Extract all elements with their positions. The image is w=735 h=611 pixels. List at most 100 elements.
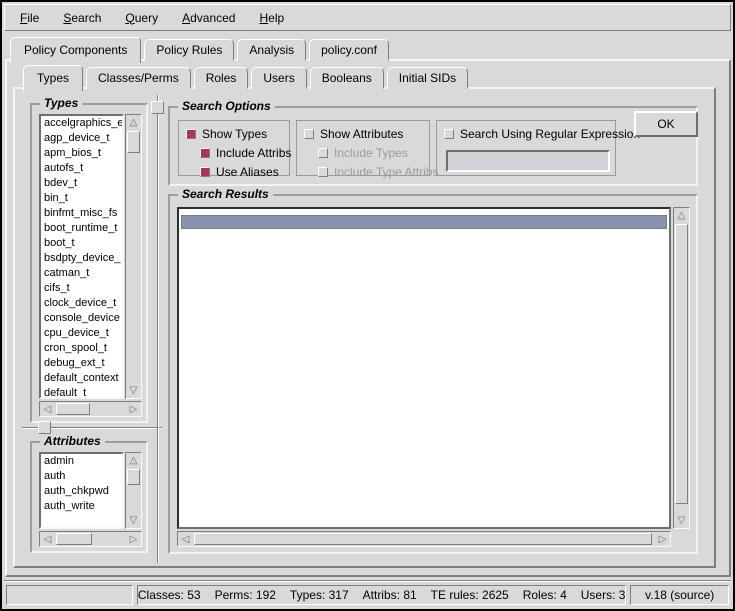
scrollbar-trough[interactable] xyxy=(126,130,141,383)
status-stat: Classes: 53 xyxy=(138,588,201,602)
scroll-up-icon[interactable]: △ xyxy=(674,208,689,223)
tab-policy-rules[interactable]: Policy Rules xyxy=(144,39,234,61)
list-item[interactable]: autofs_t xyxy=(41,161,122,176)
scrollbar-trough[interactable] xyxy=(55,402,126,416)
ok-button[interactable]: OK xyxy=(634,111,698,137)
status-stats: Classes: 53Perms: 192Types: 317Attribs: … xyxy=(137,585,627,605)
list-item[interactable]: cpu_device_t xyxy=(41,326,122,341)
tab-users[interactable]: Users xyxy=(251,67,306,89)
checkbox-icon xyxy=(318,148,328,158)
menu-item[interactable]: Help xyxy=(252,9,291,27)
status-bar: Classes: 53Perms: 192Types: 317Attribs: … xyxy=(4,580,731,607)
vertical-sash-handle[interactable] xyxy=(151,101,164,114)
list-item[interactable]: clock_device_t xyxy=(41,296,122,311)
include-attribs-checkbox[interactable]: Include Attribs xyxy=(200,146,282,160)
tab-policy-components[interactable]: Policy Components xyxy=(10,37,141,63)
scrollbar-thumb[interactable] xyxy=(56,533,92,545)
selection-bar xyxy=(181,215,667,229)
scroll-down-icon[interactable]: ▽ xyxy=(126,513,141,528)
horizontal-sash-handle[interactable] xyxy=(38,421,51,434)
scrollbar-trough[interactable] xyxy=(674,223,689,513)
scrollbar-thumb[interactable] xyxy=(675,224,688,504)
types-tab-panel: Types accelgraphics_eagp_device_tapm_bio… xyxy=(13,87,716,568)
tab-roles[interactable]: Roles xyxy=(194,67,249,89)
search-results-textarea[interactable] xyxy=(177,207,671,529)
scroll-right-icon[interactable]: ▷ xyxy=(126,402,141,417)
scroll-up-icon[interactable]: △ xyxy=(126,115,141,130)
regex-input[interactable] xyxy=(446,150,610,172)
list-item[interactable]: accelgraphics_e xyxy=(41,116,122,131)
scrollbar-thumb[interactable] xyxy=(56,403,90,415)
list-item[interactable]: auth_write xyxy=(41,499,122,514)
scrollbar-trough[interactable] xyxy=(55,532,126,546)
tab-policy-conf[interactable]: policy.conf xyxy=(309,39,389,61)
list-item[interactable]: console_device xyxy=(41,311,122,326)
list-item[interactable]: bsdpty_device_ xyxy=(41,251,122,266)
list-item[interactable]: boot_t xyxy=(41,236,122,251)
regex-checkbox[interactable]: Search Using Regular Expression xyxy=(444,127,608,141)
checkbox-label: Show Attributes xyxy=(320,127,403,141)
tab-initial-sids[interactable]: Initial SIDs xyxy=(387,67,468,89)
scroll-right-icon[interactable]: ▷ xyxy=(655,532,670,547)
status-stat: Perms: 192 xyxy=(215,588,276,602)
results-vertical-scrollbar[interactable]: △ ▽ xyxy=(673,207,690,529)
menu-item[interactable]: Search xyxy=(56,9,108,27)
include-types-checkbox: Include Types xyxy=(318,146,422,160)
list-item[interactable]: binfmt_misc_fs xyxy=(41,206,122,221)
scroll-down-icon[interactable]: ▽ xyxy=(674,513,689,528)
checkbox-icon xyxy=(200,167,210,177)
scrollbar-thumb[interactable] xyxy=(194,533,652,545)
show-types-checkbox[interactable]: Show Types xyxy=(186,127,282,141)
list-item[interactable]: cifs_t xyxy=(41,281,122,296)
scroll-left-icon[interactable]: ◁ xyxy=(178,532,193,547)
scroll-right-icon[interactable]: ▷ xyxy=(126,532,141,547)
scrollbar-trough[interactable] xyxy=(126,468,141,513)
tab-types[interactable]: Types xyxy=(23,65,83,91)
tab-analysis[interactable]: Analysis xyxy=(237,39,306,61)
search-results-frame: Search Results △ ▽ ◁ ▷ xyxy=(168,194,698,554)
types-listbox[interactable]: accelgraphics_eagp_device_tapm_bios_taut… xyxy=(39,114,124,399)
scrollbar-trough[interactable] xyxy=(193,532,655,546)
scrollbar-thumb[interactable] xyxy=(127,469,140,485)
use-aliases-checkbox[interactable]: Use Aliases xyxy=(200,165,282,179)
list-item[interactable]: default_context xyxy=(41,371,122,386)
checkbox-icon xyxy=(318,167,328,177)
scroll-left-icon[interactable]: ◁ xyxy=(40,402,55,417)
list-item[interactable]: default_t xyxy=(41,386,122,399)
tab-classes-perms[interactable]: Classes/Perms xyxy=(86,67,191,89)
list-item[interactable]: bin_t xyxy=(41,191,122,206)
scroll-up-icon[interactable]: △ xyxy=(126,453,141,468)
attributes-vertical-scrollbar[interactable]: △ ▽ xyxy=(125,452,142,529)
menu-item[interactable]: File xyxy=(13,9,46,27)
checkbox-label: Include Type Attribs xyxy=(334,165,439,179)
menu-item[interactable]: Query xyxy=(118,9,165,27)
list-item[interactable]: cron_spool_t xyxy=(41,341,122,356)
list-item[interactable]: apm_bios_t xyxy=(41,146,122,161)
show-types-option-group: Show Types Include Attribs Use Aliases xyxy=(178,120,290,176)
attributes-horizontal-scrollbar[interactable]: ◁ ▷ xyxy=(39,531,142,547)
tab-booleans[interactable]: Booleans xyxy=(310,67,384,89)
show-attributes-checkbox[interactable]: Show Attributes xyxy=(304,127,422,141)
list-item[interactable]: auth_chkpwd xyxy=(41,484,122,499)
list-item[interactable]: catman_t xyxy=(41,266,122,281)
list-item[interactable]: boot_runtime_t xyxy=(41,221,122,236)
scrollbar-thumb[interactable] xyxy=(127,131,140,153)
menu-item[interactable]: Advanced xyxy=(175,9,242,27)
app-window: File Search Query Advanced Help Policy Compo… xyxy=(0,0,735,611)
status-stat: Attribs: 81 xyxy=(363,588,417,602)
list-item[interactable]: bdev_t xyxy=(41,176,122,191)
checkbox-label: Show Types xyxy=(202,127,267,141)
vertical-sash xyxy=(157,95,159,563)
results-horizontal-scrollbar[interactable]: ◁ ▷ xyxy=(177,531,671,547)
list-item[interactable]: auth xyxy=(41,469,122,484)
scroll-left-icon[interactable]: ◁ xyxy=(40,532,55,547)
scroll-down-icon[interactable]: ▽ xyxy=(126,383,141,398)
list-item[interactable]: debug_ext_t xyxy=(41,356,122,371)
attributes-listbox[interactable]: adminauthauth_chkpwdauth_write xyxy=(39,452,124,529)
list-item[interactable]: agp_device_t xyxy=(41,131,122,146)
types-horizontal-scrollbar[interactable]: ◁ ▷ xyxy=(39,401,142,417)
list-item[interactable]: admin xyxy=(41,454,122,469)
types-vertical-scrollbar[interactable]: △ ▽ xyxy=(125,114,142,399)
status-stat: TE rules: 2625 xyxy=(431,588,509,602)
components-tab-bar: TypesClasses/PermsRolesUsersBooleansInit… xyxy=(23,65,468,89)
